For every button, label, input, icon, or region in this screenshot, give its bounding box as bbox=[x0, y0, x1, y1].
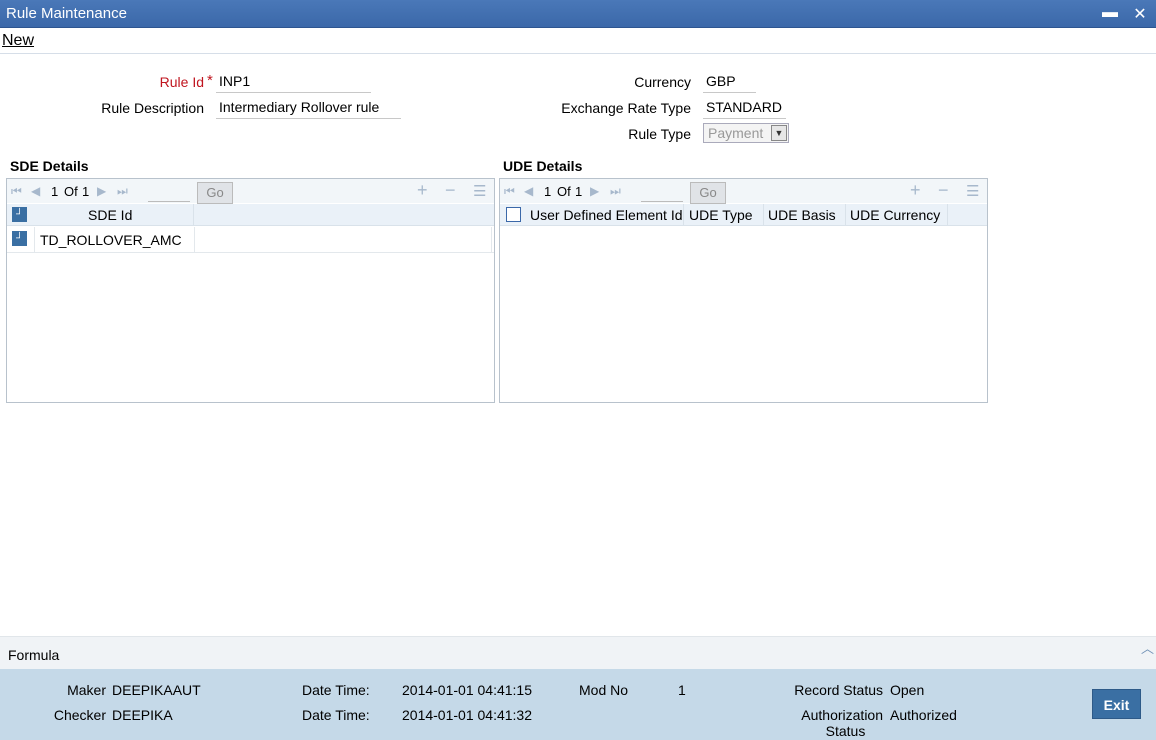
maker-value: DEEPIKAAUT bbox=[112, 682, 201, 698]
delete-row-icon[interactable]: − bbox=[445, 180, 456, 201]
authorization-status-label-line2: Status bbox=[825, 723, 866, 739]
authorization-status-value: Authorized bbox=[890, 707, 957, 723]
minimize-icon[interactable]: ▬ bbox=[1100, 4, 1120, 24]
sde-details-title: SDE Details bbox=[10, 158, 89, 174]
sde-toolbar: ⏮ ◀ 1 Of 1 ▶ ⏭ Go + − ☰ bbox=[7, 179, 494, 204]
ude-page-current: 1 bbox=[544, 184, 552, 199]
ude-type-column-header[interactable]: UDE Type bbox=[684, 204, 764, 226]
ude-currency-column-header[interactable]: UDE Currency bbox=[846, 204, 948, 226]
first-page-icon[interactable]: ⏮ bbox=[504, 184, 515, 199]
last-page-icon[interactable]: ⏭ bbox=[117, 184, 128, 199]
new-menu-item[interactable]: New bbox=[2, 32, 34, 50]
sde-page-current: 1 bbox=[51, 184, 59, 199]
row-checkbox[interactable]: ┘ bbox=[12, 231, 27, 246]
table-row[interactable]: ┘ TD_ROLLOVER_AMC bbox=[7, 227, 494, 253]
mod-no-value: 1 bbox=[678, 682, 686, 698]
sde-id-value: TD_ROLLOVER_AMC bbox=[40, 232, 182, 248]
ude-page-total: 1 bbox=[575, 184, 583, 199]
maker-date-time: 2014-01-01 04:41:15 bbox=[402, 682, 532, 698]
record-status-value: Open bbox=[890, 682, 925, 698]
select-all-checkbox[interactable] bbox=[506, 207, 521, 222]
exchange-rate-type-input[interactable]: STANDARD bbox=[703, 97, 786, 119]
ude-details-title: UDE Details bbox=[503, 158, 583, 174]
add-row-icon[interactable]: + bbox=[910, 180, 921, 201]
sde-empty-cell[interactable] bbox=[195, 227, 492, 252]
next-page-icon[interactable]: ▶ bbox=[97, 184, 106, 198]
ude-page-input[interactable] bbox=[641, 183, 683, 202]
record-status-label: Record Status bbox=[794, 682, 883, 698]
date-time-label: Date Time: bbox=[302, 682, 370, 698]
rule-description-input[interactable]: Intermediary Rollover rule bbox=[216, 97, 401, 119]
next-page-icon[interactable]: ▶ bbox=[590, 184, 599, 198]
ude-id-column-header[interactable]: User Defined Element Id bbox=[525, 204, 684, 226]
window-title: Rule Maintenance bbox=[6, 5, 127, 22]
ude-toolbar: ⏮ ◀ 1 Of 1 ▶ ⏭ Go + − ☰ bbox=[500, 179, 987, 204]
prev-page-icon[interactable]: ◀ bbox=[524, 184, 533, 198]
list-view-icon[interactable]: ☰ bbox=[473, 182, 486, 200]
currency-input[interactable]: GBP bbox=[703, 71, 756, 93]
rule-type-value: Payment bbox=[708, 125, 764, 141]
last-page-icon[interactable]: ⏭ bbox=[610, 184, 621, 199]
chevron-up-icon[interactable]: ︿ bbox=[1141, 638, 1154, 657]
sde-grid: ⏮ ◀ 1 Of 1 ▶ ⏭ Go + − ☰ ┘ SDE Id ┘ TD_RO… bbox=[6, 178, 495, 403]
maker-label: Maker bbox=[67, 682, 106, 698]
mod-no-label: Mod No bbox=[579, 682, 629, 698]
checker-value: DEEPIKA bbox=[112, 707, 173, 723]
exchange-rate-type-label: Exchange Rate Type bbox=[561, 100, 691, 116]
sde-page-of: Of bbox=[64, 184, 78, 199]
ude-grid: ⏮ ◀ 1 Of 1 ▶ ⏭ Go + − ☰ User Defined Ele… bbox=[499, 178, 988, 403]
date-time-label: Date Time: bbox=[302, 707, 370, 723]
rule-description-label: Rule Description bbox=[101, 100, 204, 116]
sde-go-button[interactable]: Go bbox=[197, 182, 233, 204]
chevron-down-icon[interactable]: ▼ bbox=[771, 125, 787, 141]
sde-id-header-label: SDE Id bbox=[88, 207, 133, 223]
menu-bar: New bbox=[0, 28, 1156, 54]
required-mark: * bbox=[207, 72, 213, 89]
rule-id-label: Rule Id bbox=[159, 74, 204, 90]
ude-type-header-label: UDE Type bbox=[689, 207, 753, 223]
currency-label: Currency bbox=[634, 74, 691, 90]
first-page-icon[interactable]: ⏮ bbox=[11, 184, 22, 199]
audit-footer: Maker DEEPIKAAUT Checker DEEPIKA Date Ti… bbox=[0, 669, 1156, 740]
ude-go-button[interactable]: Go bbox=[690, 182, 726, 204]
formula-label: Formula bbox=[8, 647, 60, 663]
add-row-icon[interactable]: + bbox=[417, 180, 428, 201]
ude-id-header-label: User Defined Element Id bbox=[530, 207, 683, 223]
ude-currency-header-label: UDE Currency bbox=[850, 207, 941, 223]
close-icon[interactable]: ✕ bbox=[1130, 4, 1150, 24]
ude-page-of: Of bbox=[557, 184, 571, 199]
ude-header-row: User Defined Element Id UDE Type UDE Bas… bbox=[500, 204, 987, 226]
title-bar: Rule Maintenance ▬ ✕ bbox=[0, 0, 1156, 28]
formula-bar[interactable]: Formula ︿ bbox=[0, 636, 1156, 669]
exit-button[interactable]: Exit bbox=[1092, 689, 1141, 719]
ude-basis-header-label: UDE Basis bbox=[768, 207, 836, 223]
checker-label: Checker bbox=[53, 707, 106, 723]
checker-date-time: 2014-01-01 04:41:32 bbox=[402, 707, 532, 723]
rule-id-input[interactable]: INP1 bbox=[216, 71, 371, 93]
ude-basis-column-header[interactable]: UDE Basis bbox=[764, 204, 846, 226]
sde-id-column-header[interactable]: SDE Id bbox=[34, 204, 194, 226]
list-view-icon[interactable]: ☰ bbox=[966, 182, 979, 200]
prev-page-icon[interactable]: ◀ bbox=[31, 184, 40, 198]
delete-row-icon[interactable]: − bbox=[938, 180, 949, 201]
sde-header-row: ┘ SDE Id bbox=[7, 204, 494, 226]
sde-page-total: 1 bbox=[82, 184, 90, 199]
rule-type-select[interactable]: Payment ▼ bbox=[703, 123, 789, 143]
sde-page-input[interactable] bbox=[148, 183, 190, 202]
rule-type-label: Rule Type bbox=[628, 126, 691, 142]
authorization-status-label-line1: Authorization bbox=[801, 707, 883, 723]
sde-id-cell[interactable]: TD_ROLLOVER_AMC bbox=[34, 227, 195, 252]
select-all-checkbox[interactable]: ┘ bbox=[12, 207, 27, 222]
